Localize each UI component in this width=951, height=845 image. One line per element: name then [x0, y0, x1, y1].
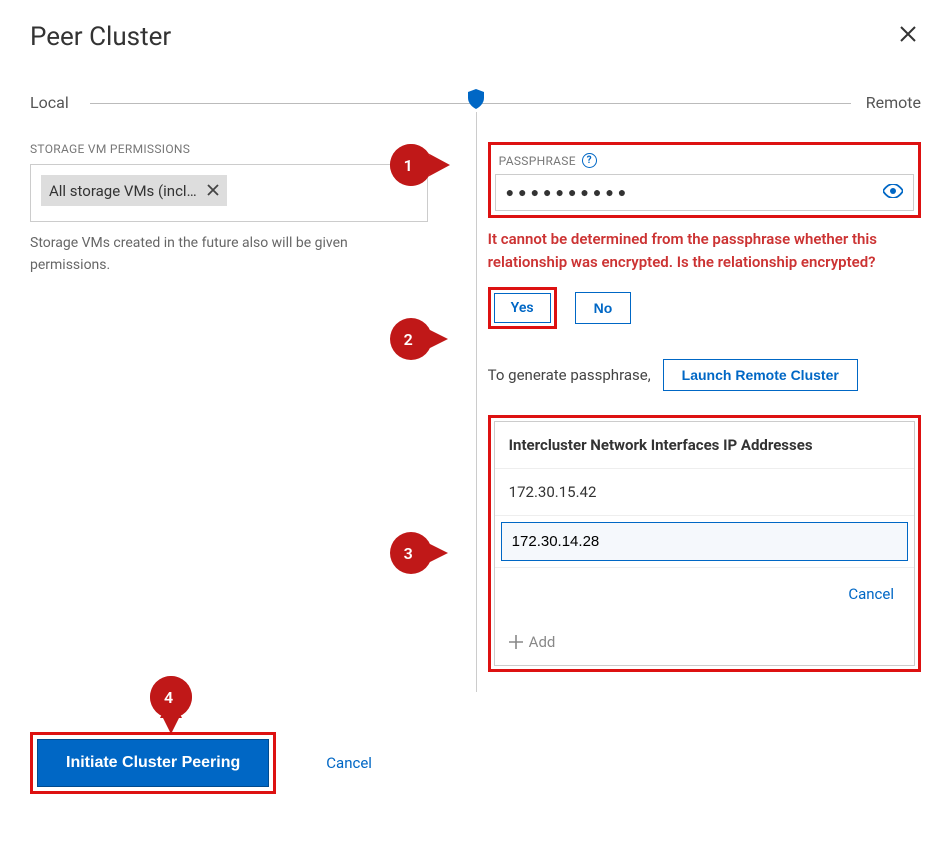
- storage-vm-permissions-input[interactable]: All storage VMs (incl…: [30, 164, 428, 222]
- help-icon[interactable]: ?: [582, 153, 597, 168]
- callout-1: 1: [390, 144, 450, 186]
- initiate-cluster-peering-button[interactable]: Initiate Cluster Peering: [37, 739, 269, 787]
- yes-button-highlight: Yes: [488, 287, 557, 329]
- ip-cancel-link[interactable]: Cancel: [848, 585, 894, 603]
- close-icon: [899, 25, 917, 43]
- storage-vm-helper-text: Storage VMs created in the future also w…: [30, 232, 428, 277]
- passphrase-input[interactable]: ●●●●●●●●●●: [495, 174, 914, 211]
- timeline-local-label: Local: [30, 93, 79, 112]
- footer-cancel-link[interactable]: Cancel: [326, 754, 372, 772]
- storage-vm-tag: All storage VMs (incl…: [41, 175, 227, 206]
- close-icon: [207, 184, 219, 196]
- storage-vm-permissions-label: STORAGE VM PERMISSIONS: [30, 142, 428, 156]
- ip-section-title: Intercluster Network Interfaces IP Addre…: [495, 422, 914, 469]
- eye-icon: [883, 184, 903, 198]
- yes-button[interactable]: Yes: [494, 293, 551, 323]
- ip-input[interactable]: [501, 522, 908, 561]
- passphrase-label: PASSPHRASE: [499, 154, 576, 168]
- dialog-title: Peer Cluster: [30, 22, 171, 52]
- timeline-remote-label: Remote: [856, 93, 921, 112]
- launch-remote-cluster-button[interactable]: Launch Remote Cluster: [663, 359, 858, 391]
- passphrase-mask: ●●●●●●●●●●: [506, 184, 883, 201]
- show-password-button[interactable]: [883, 183, 903, 202]
- add-ip-button[interactable]: Add: [495, 619, 914, 665]
- callout-2: 2: [390, 318, 450, 360]
- callout-3: 3: [390, 532, 450, 574]
- encryption-question: It cannot be determined from the passphr…: [488, 228, 921, 273]
- passphrase-highlight: PASSPHRASE ? ●●●●●●●●●●: [488, 142, 921, 218]
- primary-button-highlight: Initiate Cluster Peering: [30, 732, 276, 794]
- plus-icon: [509, 635, 523, 649]
- ip-row-1[interactable]: 172.30.15.42: [495, 469, 914, 516]
- close-button[interactable]: [895, 20, 921, 53]
- ip-panel-highlight: Intercluster Network Interfaces IP Addre…: [488, 415, 921, 672]
- storage-vm-tag-text: All storage VMs (incl…: [49, 182, 197, 200]
- shield-icon: [467, 89, 485, 113]
- no-button[interactable]: No: [575, 292, 632, 324]
- storage-vm-tag-remove[interactable]: [207, 181, 219, 200]
- generate-passphrase-text: To generate passphrase,: [488, 366, 651, 384]
- callout-4: 4: [150, 676, 210, 718]
- timeline: Local Remote: [30, 93, 921, 112]
